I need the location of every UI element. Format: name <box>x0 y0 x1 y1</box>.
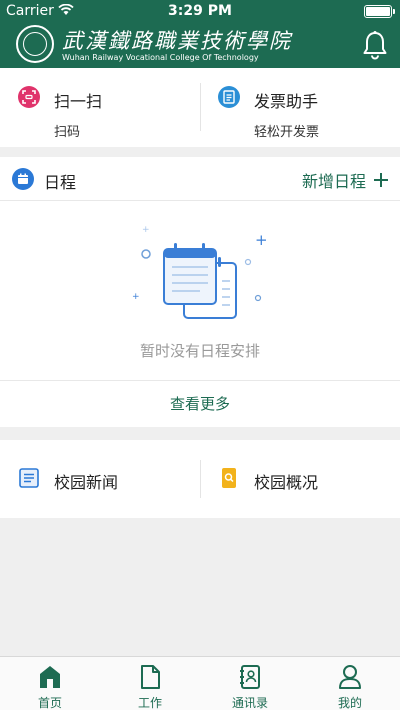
campus-news-title: 校园新闻 <box>54 473 119 492</box>
bell-icon[interactable] <box>362 30 388 60</box>
contacts-icon <box>240 665 260 689</box>
plus-icon <box>374 173 388 187</box>
battery-icon <box>364 5 395 18</box>
schedule-card: 日程 新增日程 + + + 暂时没有日程安排 查看更多 <box>0 157 400 427</box>
schedule-title: 日程 <box>44 173 77 192</box>
tab-contacts-label: 通讯录 <box>231 696 268 710</box>
add-schedule-button[interactable]: 新增日程 <box>302 168 388 192</box>
invoice-icon <box>218 86 240 108</box>
svg-text:+: + <box>255 231 268 249</box>
tab-home-label: 首页 <box>37 696 62 710</box>
school-name-en: Wuhan Railway Vocational College Of Tech… <box>62 53 259 62</box>
svg-text:+: + <box>142 225 150 235</box>
news-icon <box>19 468 39 488</box>
tab-home[interactable]: 首页 <box>0 657 100 710</box>
quick-actions: 扫一扫 扫码 发票助手 轻松开发票 <box>0 68 400 147</box>
home-icon <box>40 666 60 688</box>
invoice-action[interactable]: 发票助手 轻松开发票 <box>200 68 400 147</box>
campus-section: 校园新闻 校园概况 <box>0 440 400 518</box>
scan-subtitle: 扫码 <box>54 125 81 140</box>
empty-schedule-text: 暂时没有日程安排 <box>139 342 260 360</box>
tab-work-label: 工作 <box>137 696 162 710</box>
schedule-header: 日程 新增日程 <box>0 157 400 201</box>
school-name-cn: 武漢鐵路職業技術學院 <box>62 29 292 53</box>
svg-text:+: + <box>132 292 140 302</box>
school-logo <box>16 25 54 63</box>
app-header: 武漢鐵路職業技術學院 Wuhan Railway Vocational Coll… <box>0 22 400 68</box>
tab-profile-label: 我的 <box>337 696 362 710</box>
status-bar: Carrier 3:29 PM <box>0 0 400 22</box>
campus-overview-item[interactable]: 校园概况 <box>200 440 400 518</box>
invoice-title: 发票助手 <box>254 92 319 111</box>
tab-contacts[interactable]: 通讯录 <box>200 657 300 710</box>
tab-work[interactable]: 工作 <box>100 657 200 710</box>
status-time: 3:29 PM <box>168 3 232 19</box>
document-icon <box>141 665 160 689</box>
view-more-button[interactable]: 查看更多 <box>0 380 400 427</box>
calendar-icon <box>12 168 34 190</box>
campus-news-item[interactable]: 校园新闻 <box>0 440 200 518</box>
empty-schedule-illustration: + + + <box>132 225 268 319</box>
scan-icon <box>18 86 40 108</box>
tab-bar: 首页 工作 通讯录 我的 <box>0 656 400 710</box>
add-schedule-label: 新增日程 <box>301 172 366 191</box>
overview-icon <box>222 468 236 488</box>
tab-profile[interactable]: 我的 <box>300 657 400 710</box>
scan-action[interactable]: 扫一扫 扫码 <box>0 68 200 147</box>
invoice-subtitle: 轻松开发票 <box>254 125 320 140</box>
profile-icon <box>339 665 361 689</box>
campus-overview-title: 校园概况 <box>254 473 319 492</box>
scan-title: 扫一扫 <box>54 92 103 111</box>
